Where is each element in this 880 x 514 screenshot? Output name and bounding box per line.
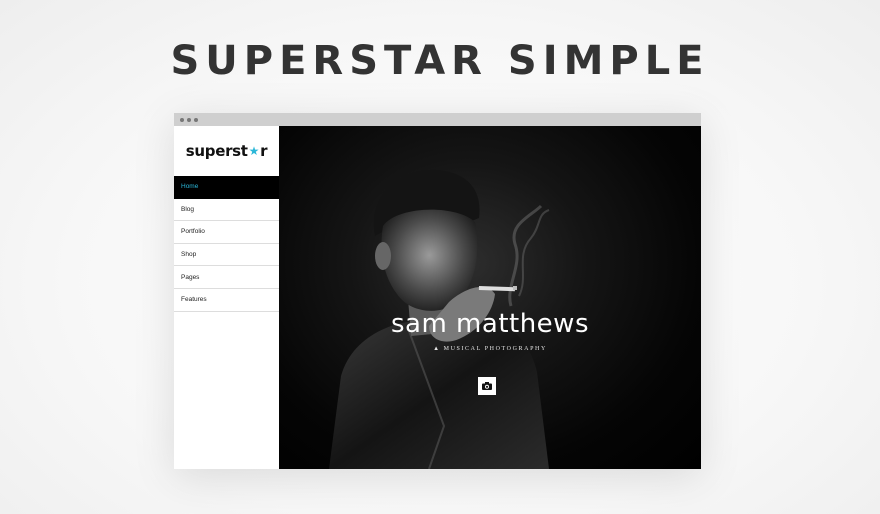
- window-dot-icon: [187, 117, 191, 122]
- nav-item-pages[interactable]: Pages: [174, 266, 279, 289]
- main-nav: Home Blog Portfolio Shop Pages Features: [174, 176, 279, 312]
- hero-tagline-text: MUSICAL PHOTOGRAPHY: [443, 346, 547, 352]
- site-logo[interactable]: superst ★ r: [174, 126, 279, 176]
- website: superst ★ r Home Blog Portfolio Shop Pages…: [174, 126, 701, 469]
- nav-item-label: Blog: [181, 205, 195, 213]
- sidebar: superst ★ r Home Blog Portfolio Shop Pages…: [174, 126, 279, 469]
- browser-window: superst ★ r Home Blog Portfolio Shop Pages…: [174, 113, 701, 469]
- camera-button[interactable]: [478, 377, 496, 395]
- browser-titlebar: [174, 113, 701, 126]
- nav-item-label: Pages: [181, 273, 200, 281]
- hero-section: sam matthews ▲ MUSICAL PHOTOGRAPHY: [279, 126, 701, 469]
- window-dot-icon: [180, 117, 184, 122]
- nav-item-shop[interactable]: Shop: [174, 244, 279, 267]
- nav-item-blog[interactable]: Blog: [174, 199, 279, 222]
- nav-item-home[interactable]: Home: [174, 176, 279, 199]
- hero-portrait-image: [329, 169, 550, 469]
- camera-icon: [482, 382, 492, 390]
- pin-icon: ▲: [433, 346, 441, 352]
- nav-item-portfolio[interactable]: Portfolio: [174, 221, 279, 244]
- nav-item-label: Features: [181, 296, 207, 304]
- hero-tagline: ▲ MUSICAL PHOTOGRAPHY: [279, 346, 701, 352]
- nav-item-label: Shop: [181, 251, 197, 259]
- page-headline: SUPERSTAR SIMPLE: [170, 38, 710, 84]
- window-dot-icon: [194, 117, 198, 122]
- star-icon: ★: [248, 144, 260, 158]
- nav-item-features[interactable]: Features: [174, 289, 279, 312]
- hero-title: sam matthews: [390, 309, 589, 339]
- logo-text-suffix: r: [260, 142, 268, 160]
- nav-item-label: Portfolio: [181, 228, 205, 236]
- logo-text-prefix: superst: [185, 142, 248, 160]
- nav-item-label: Home: [181, 183, 199, 191]
